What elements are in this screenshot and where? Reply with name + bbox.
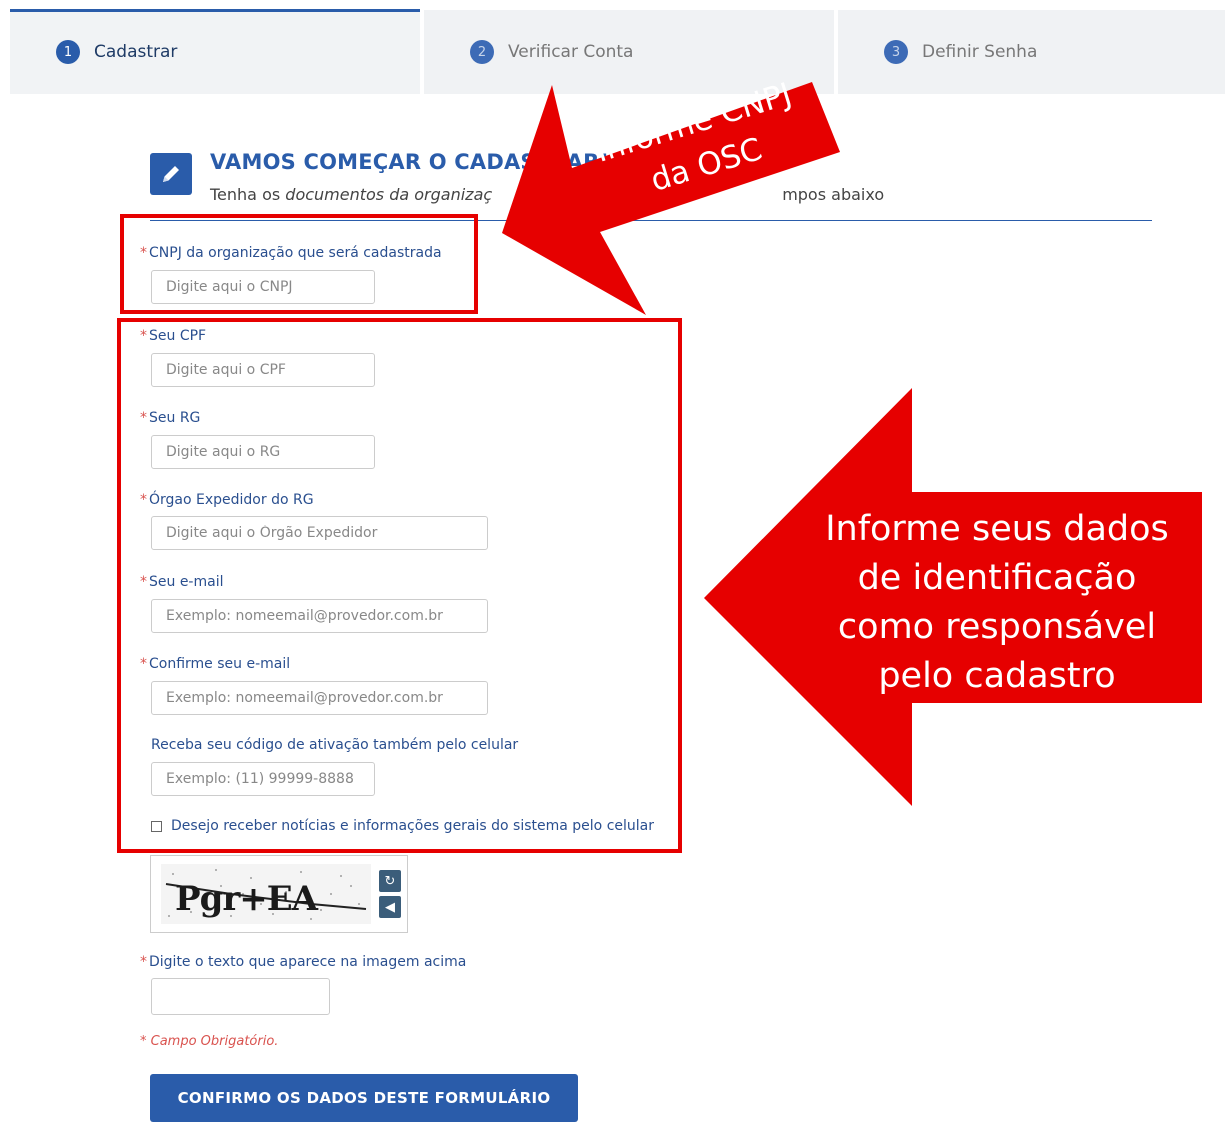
captcha-box: Pgr+EA ↻ ◀: [150, 855, 408, 933]
identity-callout-line: como responsável: [837, 607, 1157, 647]
step-label: Definir Senha: [922, 42, 1038, 62]
captcha-image: Pgr+EA: [161, 864, 371, 924]
step-number: 3: [884, 40, 908, 64]
identity-callout-line: pelo cadastro: [878, 656, 1116, 696]
step-number: 1: [56, 40, 80, 64]
identity-callout-line: Informe seus dados: [825, 509, 1169, 549]
subtitle-emphasis: documentos da organizaç: [285, 185, 493, 204]
identity-callout-text: Informe seus dados de identificação como…: [812, 505, 1182, 701]
required-mark: *: [140, 954, 147, 970]
edit-icon-box: [150, 153, 192, 195]
identity-highlight-box: [117, 318, 682, 853]
audio-icon[interactable]: ◀: [379, 896, 401, 918]
captcha-input-label: * Digite o texto que aparece na imagem ac…: [140, 954, 466, 970]
cnpj-highlight-box: [120, 214, 478, 314]
captcha-input-label-text: Digite o texto que aparece na imagem aci…: [149, 954, 467, 970]
step-number: 2: [470, 40, 494, 64]
step-definir-senha[interactable]: 3 Definir Senha: [838, 10, 1225, 94]
confirm-form-button[interactable]: CONFIRMO OS DADOS DESTE FORMULÁRIO: [150, 1074, 578, 1122]
wizard-steps: 1 Cadastrar 2 Verificar Conta 3 Definir …: [10, 9, 1225, 94]
required-field-note: * Campo Obrigatório.: [140, 1034, 279, 1049]
captcha-input[interactable]: [151, 978, 330, 1015]
step-label: Verificar Conta: [508, 42, 634, 62]
captcha-text: Pgr+EA: [175, 879, 319, 919]
subtitle-prefix: Tenha os: [210, 185, 286, 204]
step-cadastrar[interactable]: 1 Cadastrar: [10, 9, 420, 94]
identity-callout-line: de identificação: [857, 558, 1137, 598]
subtitle-suffix: mpos abaixo: [782, 185, 885, 204]
refresh-icon[interactable]: ↻: [379, 870, 401, 892]
page-title: VAMOS COMEÇAR O CADASTRAR!: [210, 150, 610, 174]
pencil-icon: [163, 166, 179, 182]
step-label: Cadastrar: [94, 42, 178, 62]
page-subtitle: Tenha os documentos da organizaç mpos aba…: [210, 185, 884, 204]
